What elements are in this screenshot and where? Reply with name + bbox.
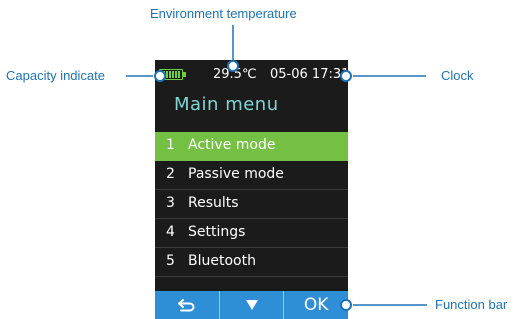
menu-item-number: 3 xyxy=(166,195,175,211)
clock-label: Clock xyxy=(441,68,474,83)
main-menu: 1 Active mode 2 Passive mode 3 Results 4 Set… xyxy=(155,132,348,277)
ok-button[interactable]: OK xyxy=(283,291,348,319)
back-arrow-icon xyxy=(177,299,195,312)
capacity-indicate-label: Capacity indicate xyxy=(6,68,105,83)
menu-item-label: Bluetooth xyxy=(188,253,256,269)
menu-item-number: 4 xyxy=(166,224,175,240)
time-value: 17:31 xyxy=(311,67,348,82)
function-bar: OK xyxy=(155,291,348,319)
menu-item-active-mode[interactable]: 1 Active mode xyxy=(155,132,348,161)
temperature-readout: 29.5℃ xyxy=(213,67,257,82)
function-bar-label: Function bar xyxy=(435,297,508,312)
battery-full-icon xyxy=(159,69,183,80)
down-triangle-icon xyxy=(245,300,258,310)
menu-item-bluetooth[interactable]: 5 Bluetooth xyxy=(155,248,348,277)
menu-item-label: Passive mode xyxy=(188,166,284,182)
menu-item-number: 5 xyxy=(166,253,175,269)
environment-temperature-label: Environment temperature xyxy=(150,6,297,21)
battery-cap xyxy=(183,72,186,77)
menu-item-passive-mode[interactable]: 2 Passive mode xyxy=(155,161,348,190)
menu-item-number: 1 xyxy=(166,137,175,153)
date-value: 05-06 xyxy=(270,67,308,82)
down-button[interactable] xyxy=(218,291,284,319)
diagram: 29.5℃ 05-06 17:31 Main menu 1 Active mode… xyxy=(0,0,521,319)
menu-item-results[interactable]: 3 Results xyxy=(155,190,348,219)
menu-item-number: 2 xyxy=(166,166,175,182)
back-button[interactable] xyxy=(155,291,219,319)
clock-readout: 05-06 17:31 xyxy=(270,67,348,82)
menu-item-label: Results xyxy=(188,195,239,211)
status-bar: 29.5℃ 05-06 17:31 xyxy=(155,60,348,90)
menu-title: Main menu xyxy=(174,94,279,115)
menu-item-label: Settings xyxy=(188,224,246,240)
menu-item-settings[interactable]: 4 Settings xyxy=(155,219,348,248)
device-screen: 29.5℃ 05-06 17:31 Main menu 1 Active mode… xyxy=(155,60,348,319)
menu-item-label: Active mode xyxy=(188,137,276,153)
